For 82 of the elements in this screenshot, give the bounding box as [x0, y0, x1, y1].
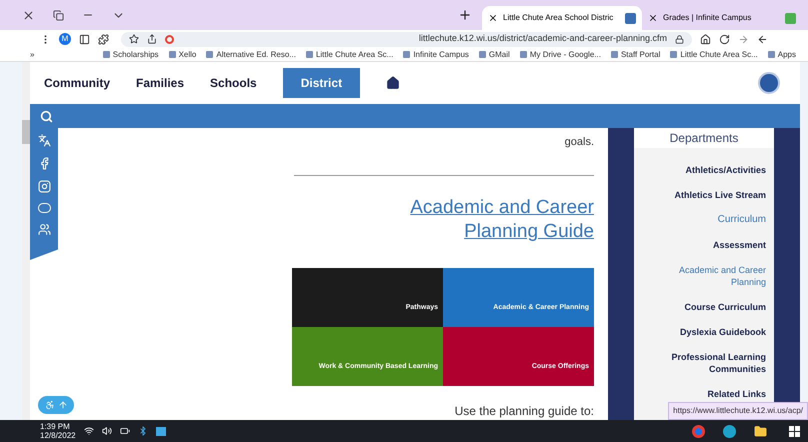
bookmark-item[interactable]: Infinite Campus — [403, 48, 469, 60]
bookmark-favicon-icon — [768, 51, 775, 58]
sidebar-link[interactable]: Curriculum — [646, 214, 766, 226]
accessibility-top-button[interactable] — [38, 396, 74, 414]
bookmark-item[interactable]: Little Chute Area Sc... — [306, 48, 394, 60]
url-text: littlechute.k12.wi.us/district/academic-and-career-planning.cfm — [418, 32, 667, 46]
sidebar-link[interactable]: Assessment — [646, 239, 766, 251]
app-tray-icon[interactable] — [156, 426, 166, 436]
bookmark-item[interactable]: GMail — [478, 48, 510, 60]
district-logo-icon — [758, 72, 780, 94]
close-icon[interactable] — [648, 13, 658, 23]
nav-tab[interactable]: District — [282, 68, 360, 98]
bookmark-favicon-icon — [102, 51, 110, 58]
share-icon[interactable] — [147, 34, 157, 44]
bookmark-favicon-icon — [403, 51, 410, 58]
sidebar-link[interactable]: Academic and Career Planning — [646, 264, 766, 288]
new-tab-icon[interactable] — [458, 8, 472, 22]
bookmark-favicon-icon — [206, 51, 214, 58]
browser-tab[interactable]: Grades | Infinite Campus — [642, 6, 802, 30]
accessibility-icon — [44, 400, 54, 410]
bookmark-favicon-icon — [520, 51, 527, 58]
nav-tab[interactable]: Schools — [210, 68, 257, 98]
bookmark-favicon-icon — [670, 51, 678, 58]
bookmark-item[interactable]: Staff Portal — [610, 48, 660, 60]
sidebar-title: Departments — [670, 130, 738, 147]
volume-icon[interactable] — [102, 426, 112, 436]
reload-icon[interactable] — [719, 34, 730, 44]
sidebar-link[interactable]: Related Links — [646, 388, 766, 400]
close-icon[interactable] — [488, 13, 498, 23]
sidebar-link[interactable]: Professional Learning Communities — [646, 351, 766, 375]
bookmark-item[interactable]: My Drive - Google... — [520, 48, 601, 60]
tab-title: Little Chute Area School Distric — [503, 12, 614, 24]
bookmark-favicon-icon — [478, 51, 486, 58]
translate-icon[interactable] — [38, 134, 50, 147]
home-icon[interactable] — [386, 76, 400, 90]
folder-icon[interactable] — [754, 424, 767, 438]
lock-icon — [675, 34, 684, 44]
bookmark-star-icon[interactable] — [129, 34, 139, 44]
nav-tab[interactable]: Families — [136, 68, 184, 98]
bookmark-favicon-icon — [306, 51, 313, 58]
guide-link[interactable]: Academic and Career Planning Guide — [334, 196, 594, 244]
forward-icon[interactable] — [738, 34, 749, 44]
sidebar-link[interactable]: Course Curriculum — [646, 301, 766, 313]
close-icon[interactable] — [22, 8, 35, 22]
bookmark-item[interactable]: Little Chute Area Sc... — [670, 48, 758, 60]
sidebar-link[interactable]: Athletics/Activities — [646, 164, 766, 176]
profile-avatar[interactable]: M — [59, 33, 71, 45]
scrollbar[interactable] — [22, 62, 30, 420]
more-bookmarks[interactable]: » — [30, 48, 34, 60]
people-icon[interactable] — [38, 223, 50, 236]
status-url: https://www.littlechute.k12.wi.us/acp/ — [668, 402, 808, 420]
clock-date: 12/8/2022 — [40, 431, 76, 440]
bookmark-favicon-icon — [168, 51, 176, 58]
sidebar-link[interactable]: Dyslexia Guidebook — [646, 326, 766, 338]
bookmark-item[interactable]: Alternative Ed. Reso... — [206, 48, 296, 60]
sidebar-link[interactable]: Athletics Live Stream — [646, 189, 766, 201]
site-favicon-icon — [625, 12, 636, 24]
bookmark-favicon-icon — [610, 51, 618, 58]
tab-title: Grades | Infinite Campus — [663, 12, 752, 24]
nav-tab[interactable]: Community — [44, 68, 110, 98]
side-panel-icon[interactable] — [79, 34, 90, 44]
home-icon[interactable] — [700, 34, 711, 44]
bookmark-item[interactable]: Scholarships — [102, 48, 159, 60]
bookmark-item[interactable]: Apps — [768, 48, 796, 60]
restore-icon[interactable] — [53, 10, 64, 20]
site-favicon-icon — [785, 12, 796, 24]
windows-start-icon[interactable] — [789, 426, 800, 436]
search-icon[interactable] — [40, 110, 53, 122]
instagram-icon[interactable] — [38, 180, 50, 193]
back-icon[interactable] — [757, 34, 768, 44]
wifi-icon[interactable] — [84, 426, 94, 436]
body-text: Use the planning guide to: — [454, 403, 594, 420]
address-bar[interactable]: littlechute.k12.wi.us/district/academic-and-career-planning.cfm — [121, 32, 692, 46]
scroll-thumb[interactable] — [22, 120, 30, 144]
bookmark-item[interactable]: Xello — [168, 48, 196, 60]
extensions-icon[interactable] — [98, 34, 109, 44]
browser-tab[interactable]: Little Chute Area School Distric — [482, 6, 642, 30]
battery-icon[interactable] — [120, 426, 130, 436]
clock-time: 1:39 PM — [40, 422, 70, 431]
bluetooth-icon[interactable] — [138, 426, 148, 436]
body-text: goals. — [564, 135, 594, 150]
arrow-up-icon — [58, 400, 68, 410]
